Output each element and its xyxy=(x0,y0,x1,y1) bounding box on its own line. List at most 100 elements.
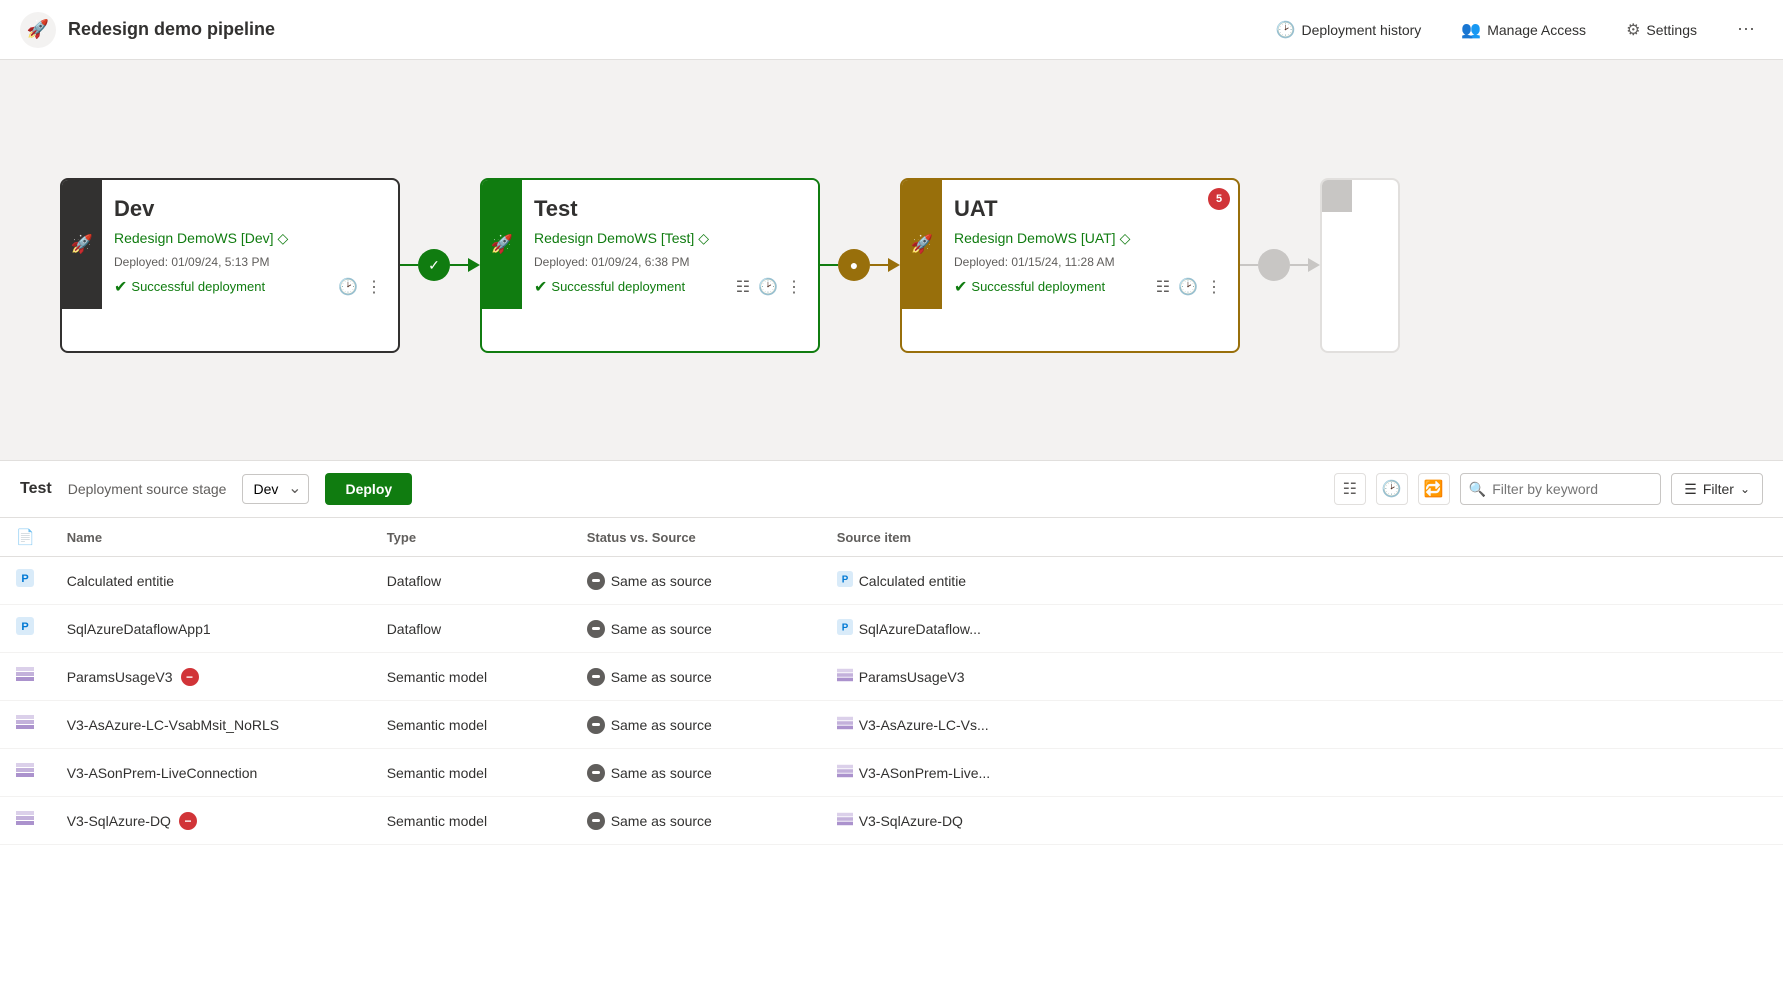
arrow-head-2 xyxy=(888,258,900,272)
row-status-cell: Same as source xyxy=(571,605,821,653)
uat-workspace: Redesign DemoWS [UAT] ◇ xyxy=(954,230,1222,247)
row-type-icon xyxy=(16,718,34,735)
uat-badge: 5 xyxy=(1208,188,1230,210)
row-name-cell: SqlAzureDataflowApp1 xyxy=(51,605,371,653)
file-icon: 📄 xyxy=(16,529,35,546)
arrow-circle-1: ✓ xyxy=(418,249,450,281)
status-dot xyxy=(587,716,605,734)
test-deployed: Deployed: 01/09/24, 6:38 PM xyxy=(534,255,802,269)
row-source-cell: V3-ASonPrem-Live... xyxy=(821,749,1783,797)
settings-button[interactable]: ⚙ Settings xyxy=(1618,16,1705,44)
test-compare-icon[interactable]: ☷ xyxy=(736,277,750,297)
filter-button[interactable]: ☰ Filter ⌄ xyxy=(1671,473,1763,505)
row-name-cell: Calculated entitie xyxy=(51,557,371,605)
people-icon: 👥 xyxy=(1461,20,1481,40)
status-dot xyxy=(587,620,605,638)
row-icon-cell xyxy=(0,749,51,797)
test-stage-name: Test xyxy=(534,196,802,222)
arrow-line-2 xyxy=(820,264,838,266)
arrow-line-3b xyxy=(1290,264,1308,266)
col-header-type: Type xyxy=(371,518,571,557)
settings-icon: ⚙ xyxy=(1626,20,1640,40)
row-type-cell: Semantic model xyxy=(371,749,571,797)
uat-deployed: Deployed: 01/15/24, 11:28 AM xyxy=(954,255,1222,269)
uat-check-icon: ✔ xyxy=(954,277,967,297)
search-icon: 🔍 xyxy=(1469,481,1486,498)
view-toggle-button[interactable]: ☷ xyxy=(1334,473,1366,505)
source-name: ParamsUsageV3 xyxy=(859,669,965,685)
row-icon-cell: P xyxy=(0,557,51,605)
dev-history-icon[interactable]: 🕑 xyxy=(338,277,358,297)
dev-diamond-icon: ◇ xyxy=(278,230,289,247)
dev-workspace: Redesign DemoWS [Dev] ◇ xyxy=(114,230,382,247)
dev-more-icon[interactable]: ⋮ xyxy=(366,277,382,297)
manage-access-button[interactable]: 👥 Manage Access xyxy=(1453,16,1594,44)
partial-content xyxy=(1352,180,1398,212)
arrow-head-1 xyxy=(468,258,480,272)
share-button[interactable]: 🔁 xyxy=(1418,473,1450,505)
page-title: Redesign demo pipeline xyxy=(68,19,275,40)
row-source-cell: P SqlAzureDataflow... xyxy=(821,605,1783,653)
row-name-cell: ParamsUsageV3 − xyxy=(51,653,371,701)
dev-deployed: Deployed: 01/09/24, 5:13 PM xyxy=(114,255,382,269)
test-more-icon[interactable]: ⋮ xyxy=(786,277,802,297)
stage-card-partial xyxy=(1320,178,1400,353)
row-name: V3-SqlAzure-DQ xyxy=(67,813,171,829)
header-left: 🚀 Redesign demo pipeline xyxy=(20,12,1268,48)
stage-select[interactable]: Dev Test UAT xyxy=(242,474,309,504)
row-name-cell: V3-ASonPrem-LiveConnection xyxy=(51,749,371,797)
test-workspace: Redesign DemoWS [Test] ◇ xyxy=(534,230,802,247)
arrow-head-3 xyxy=(1308,258,1320,272)
row-type-cell: Semantic model xyxy=(371,701,571,749)
row-name-cell: V3-AsAzure-LC-VsabMsit_NoRLS xyxy=(51,701,371,749)
test-status: ✔ Successful deployment xyxy=(534,277,685,297)
source-icon xyxy=(837,763,853,782)
row-name: Calculated entitie xyxy=(67,573,174,589)
bottom-stage-label: Test xyxy=(20,480,52,498)
source-icon xyxy=(837,715,853,734)
deployment-history-button[interactable]: 🕑 Deployment history xyxy=(1268,16,1430,44)
stage-select-wrapper: Dev Test UAT xyxy=(242,474,309,504)
svg-text:P: P xyxy=(841,623,848,634)
table-row: V3-ASonPrem-LiveConnection Semantic mode… xyxy=(0,749,1783,797)
dev-sidebar-icon: 🚀 xyxy=(71,234,93,255)
uat-stage-name: UAT xyxy=(954,196,1222,222)
deploy-button[interactable]: Deploy xyxy=(325,473,412,505)
history-button[interactable]: 🕑 xyxy=(1376,473,1408,505)
dev-footer: ✔ Successful deployment 🕑 ⋮ xyxy=(114,277,382,297)
col-header-source: Source item xyxy=(821,518,1783,557)
test-history-icon[interactable]: 🕑 xyxy=(758,277,778,297)
status-same: Same as source xyxy=(587,668,805,686)
uat-more-icon[interactable]: ⋮ xyxy=(1206,277,1222,297)
row-name: SqlAzureDataflowApp1 xyxy=(67,621,211,637)
uat-sidebar-icon: 🚀 xyxy=(911,234,933,255)
row-status-cell: Same as source xyxy=(571,557,821,605)
row-type-icon xyxy=(16,670,34,687)
table-row: V3-AsAzure-LC-VsabMsit_NoRLS Semantic mo… xyxy=(0,701,1783,749)
source-icon: P xyxy=(837,619,853,638)
more-options-button[interactable]: ⋯ xyxy=(1729,15,1763,44)
col-header-name: Name xyxy=(51,518,371,557)
test-footer: ✔ Successful deployment ☷ 🕑 ⋮ xyxy=(534,277,802,297)
uat-history-icon[interactable]: 🕑 xyxy=(1178,277,1198,297)
source-name: Calculated entitie xyxy=(859,573,966,589)
row-status-cell: Same as source xyxy=(571,701,821,749)
uat-compare-icon[interactable]: ☷ xyxy=(1156,277,1170,297)
search-input[interactable] xyxy=(1492,481,1652,497)
source-icon xyxy=(837,667,853,686)
data-table: 📄 Name Type Status vs. Source Source ite… xyxy=(0,518,1783,845)
row-type-cell: Semantic model xyxy=(371,653,571,701)
partial-sidebar xyxy=(1322,180,1352,212)
row-type-cell: Dataflow xyxy=(371,605,571,653)
table-area: 📄 Name Type Status vs. Source Source ite… xyxy=(0,518,1783,993)
arrow-test-uat: ● xyxy=(820,249,900,281)
row-icon-cell xyxy=(0,653,51,701)
bottom-panel: Test Deployment source stage Dev Test UA… xyxy=(0,460,1783,993)
status-dot xyxy=(587,812,605,830)
arrow-circle-3 xyxy=(1258,249,1290,281)
row-type-icon xyxy=(16,766,34,783)
row-type-cell: Semantic model xyxy=(371,797,571,845)
table-row: P SqlAzureDataflowApp1 Dataflow Same as … xyxy=(0,605,1783,653)
status-same: Same as source xyxy=(587,620,805,638)
uat-content: UAT Redesign DemoWS [UAT] ◇ Deployed: 01… xyxy=(942,180,1238,309)
